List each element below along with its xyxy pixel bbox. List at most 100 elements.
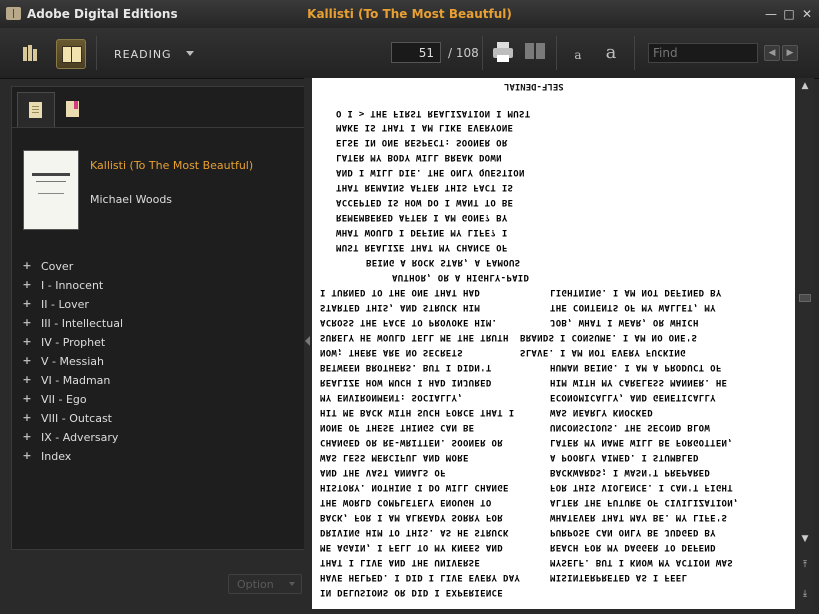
page-text-line: IN DELUSIONS OR DID I EXPERIENCE: [320, 587, 503, 597]
toolbar-divider: [96, 36, 97, 70]
toc-item[interactable]: + V - Messiah: [22, 353, 292, 372]
tab-table-of-contents[interactable]: [17, 92, 55, 127]
tab-bookmarks[interactable]: [55, 92, 91, 126]
increase-font-button[interactable]: a: [600, 41, 622, 65]
page-text-line: STARTED THIS, AND STRUCK HIM: [320, 302, 481, 312]
page-text-line: LATER MY BODY WILL BREAK DOWN: [336, 152, 502, 162]
view-mode-label[interactable]: READING: [114, 48, 172, 61]
page-text-line: THAT I LIVE AND THE UNIVERSE: [320, 557, 481, 567]
toolbar-divider: [556, 36, 557, 70]
page-text-line: HIM WITH MY CARELESS MANNER. HE: [550, 377, 728, 387]
reading-view-button[interactable]: [56, 39, 86, 69]
toc-item[interactable]: + Index: [22, 448, 292, 467]
toc-item[interactable]: + VII - Ego: [22, 391, 292, 410]
page-number-input[interactable]: [391, 42, 441, 63]
expand-plus-icon[interactable]: +: [22, 374, 32, 385]
toc-item-label: Index: [41, 450, 72, 463]
book-cover-thumbnail: [23, 150, 79, 230]
page-heading: SELF-DENIAL: [504, 81, 564, 91]
page-text-line: FOR THIS VIOLENCE. I CAN'T FIGHT: [550, 482, 733, 492]
page-text-line: AND I WILL DIE. THE ONLY QUESTION: [336, 167, 525, 177]
app-book-icon: [6, 7, 21, 20]
toc-item-label: VIII - Outcast: [41, 412, 112, 425]
expand-plus-icon[interactable]: +: [22, 336, 32, 347]
toc-item[interactable]: + I - Innocent: [22, 277, 292, 296]
page-text-line: ACROSS THE FACE TO PROVOKE HIM.: [320, 317, 498, 327]
panel-splitter[interactable]: [304, 78, 312, 610]
print-icon[interactable]: [491, 40, 515, 64]
page-text-line: UNCONSCIOUS. THE SECOND BLOW: [550, 422, 711, 432]
page-text-line: MYSELF. BUT I KNOW MY ACTION WAS: [550, 557, 733, 567]
books-icon: [23, 45, 39, 61]
expand-plus-icon[interactable]: +: [22, 431, 32, 442]
sidebar: Kallisti (To The Most Beautful) Michael …: [11, 86, 305, 550]
toc-item[interactable]: + II - Lover: [22, 296, 292, 315]
option-button[interactable]: Option: [228, 574, 302, 594]
expand-plus-icon[interactable]: +: [22, 260, 32, 271]
toc-item-label: II - Lover: [41, 298, 89, 311]
contents-page-icon: [29, 102, 42, 118]
page-text-line: MUST REALIZE THAT MY CHANCE OF: [336, 242, 508, 252]
toc-item[interactable]: + IV - Prophet: [22, 334, 292, 353]
toc-item-label: VII - Ego: [41, 393, 87, 406]
expand-plus-icon[interactable]: +: [22, 317, 32, 328]
decrease-font-button[interactable]: a: [567, 41, 589, 65]
find-input[interactable]: [648, 43, 758, 63]
expand-plus-icon[interactable]: +: [22, 355, 32, 366]
toc-item[interactable]: + IX - Adversary: [22, 429, 292, 448]
page-text-line: THE CONTENTS OF MY WALLET, MY: [550, 302, 716, 312]
toc-item[interactable]: + VI - Madman: [22, 372, 292, 391]
toc-item[interactable]: + III - Intellectual: [22, 315, 292, 334]
page-text-line: WAS NEARLY KNOCKED: [550, 407, 653, 417]
page-text-line: ACCEPTED IS HOW DO I WANT TO BE: [336, 197, 514, 207]
page-text-line: LIGHTNING. I AM NOT DEFINED BY: [550, 287, 722, 297]
page-text-line: HAVE HELPED. I DID I LIVE EVERY DAY: [320, 572, 521, 582]
expand-plus-icon[interactable]: +: [22, 393, 32, 404]
expand-plus-icon[interactable]: +: [22, 298, 32, 309]
book-author: Michael Woods: [90, 193, 173, 206]
toc-item-label: IX - Adversary: [41, 431, 119, 444]
vertical-scrollbar[interactable]: ▲ ▼ ⤒ ⤓: [796, 78, 814, 610]
expand-plus-icon[interactable]: +: [22, 450, 32, 461]
find-previous-button[interactable]: ◀: [764, 45, 780, 61]
scroll-up-icon[interactable]: ▲: [799, 80, 811, 92]
page-text-line: ALTER THE FUTURE OF CIVILIZATION,: [550, 497, 739, 507]
toc-item[interactable]: + VIII - Outcast: [22, 410, 292, 429]
minimize-icon[interactable]: —: [764, 7, 778, 21]
find-next-button[interactable]: ▶: [782, 45, 798, 61]
page-text-line: REMEMBERED AFTER I AM GONE? BY: [336, 212, 508, 222]
scroll-thumb[interactable]: [799, 294, 811, 302]
page-text-line: CHANGED OR RE-WRITTEN. SOONER OR: [320, 437, 503, 447]
page-text-line: MAKE IS THAT I AM LIKE EVERYONE: [336, 122, 514, 132]
sidebar-tabs: [12, 87, 304, 128]
toc-item-label: Cover: [41, 260, 74, 273]
two-page-view-icon[interactable]: [524, 41, 546, 61]
library-view-button[interactable]: [17, 39, 45, 67]
scroll-top-icon[interactable]: ⤒: [799, 559, 811, 571]
page-text-line: BETWEEN BROTHERS. BUT I DIDN'T: [320, 362, 492, 372]
view-mode-dropdown-icon[interactable]: [186, 51, 194, 56]
toc-item-label: IV - Prophet: [41, 336, 106, 349]
page-text-line: REACH FOR MY DAGGER TO DEFEND: [550, 542, 716, 552]
collapse-arrow-icon[interactable]: [305, 336, 310, 346]
toc-item-label: V - Messiah: [41, 355, 104, 368]
page-text-line: HIT ME BACK WITH SUCH FORCE THAT I: [320, 407, 515, 417]
maximize-icon[interactable]: □: [782, 7, 796, 21]
toc-item[interactable]: + Cover: [22, 258, 292, 277]
expand-plus-icon[interactable]: +: [22, 279, 32, 290]
close-icon[interactable]: ✕: [800, 7, 814, 21]
page-text-line: THAT REMAINS AFTER THIS FACT IS: [336, 182, 514, 192]
page-text-line: O I > THE FIRST REALIZATION I MUST: [336, 108, 531, 118]
book-page: SELF-DENIAL O I > THE FIRST REALIZATION …: [312, 78, 795, 609]
page-text-line: ECONOMICALLY, AND GENETICALLY: [550, 392, 716, 402]
page-text-line: JOB, WHAT I WEAR, OR WHICH: [550, 317, 699, 327]
page-text-line: AUTHOR, OR A HIGHLY-PAID: [392, 272, 530, 282]
expand-plus-icon[interactable]: +: [22, 412, 32, 423]
scroll-down-icon[interactable]: ▼: [799, 533, 811, 545]
bookmark-icon: [66, 101, 79, 117]
page-text-line: DRIVING HIM TO THIS. AS HE STRUCK: [320, 527, 509, 537]
page-text-line: BEING A ROCK STAR, A FAMOUS: [366, 257, 521, 267]
page-text-line: I TURNED TO THE ONE THAT HAD: [320, 287, 481, 297]
scroll-bottom-icon[interactable]: ⤓: [799, 588, 811, 600]
toolbar-divider: [482, 36, 483, 70]
